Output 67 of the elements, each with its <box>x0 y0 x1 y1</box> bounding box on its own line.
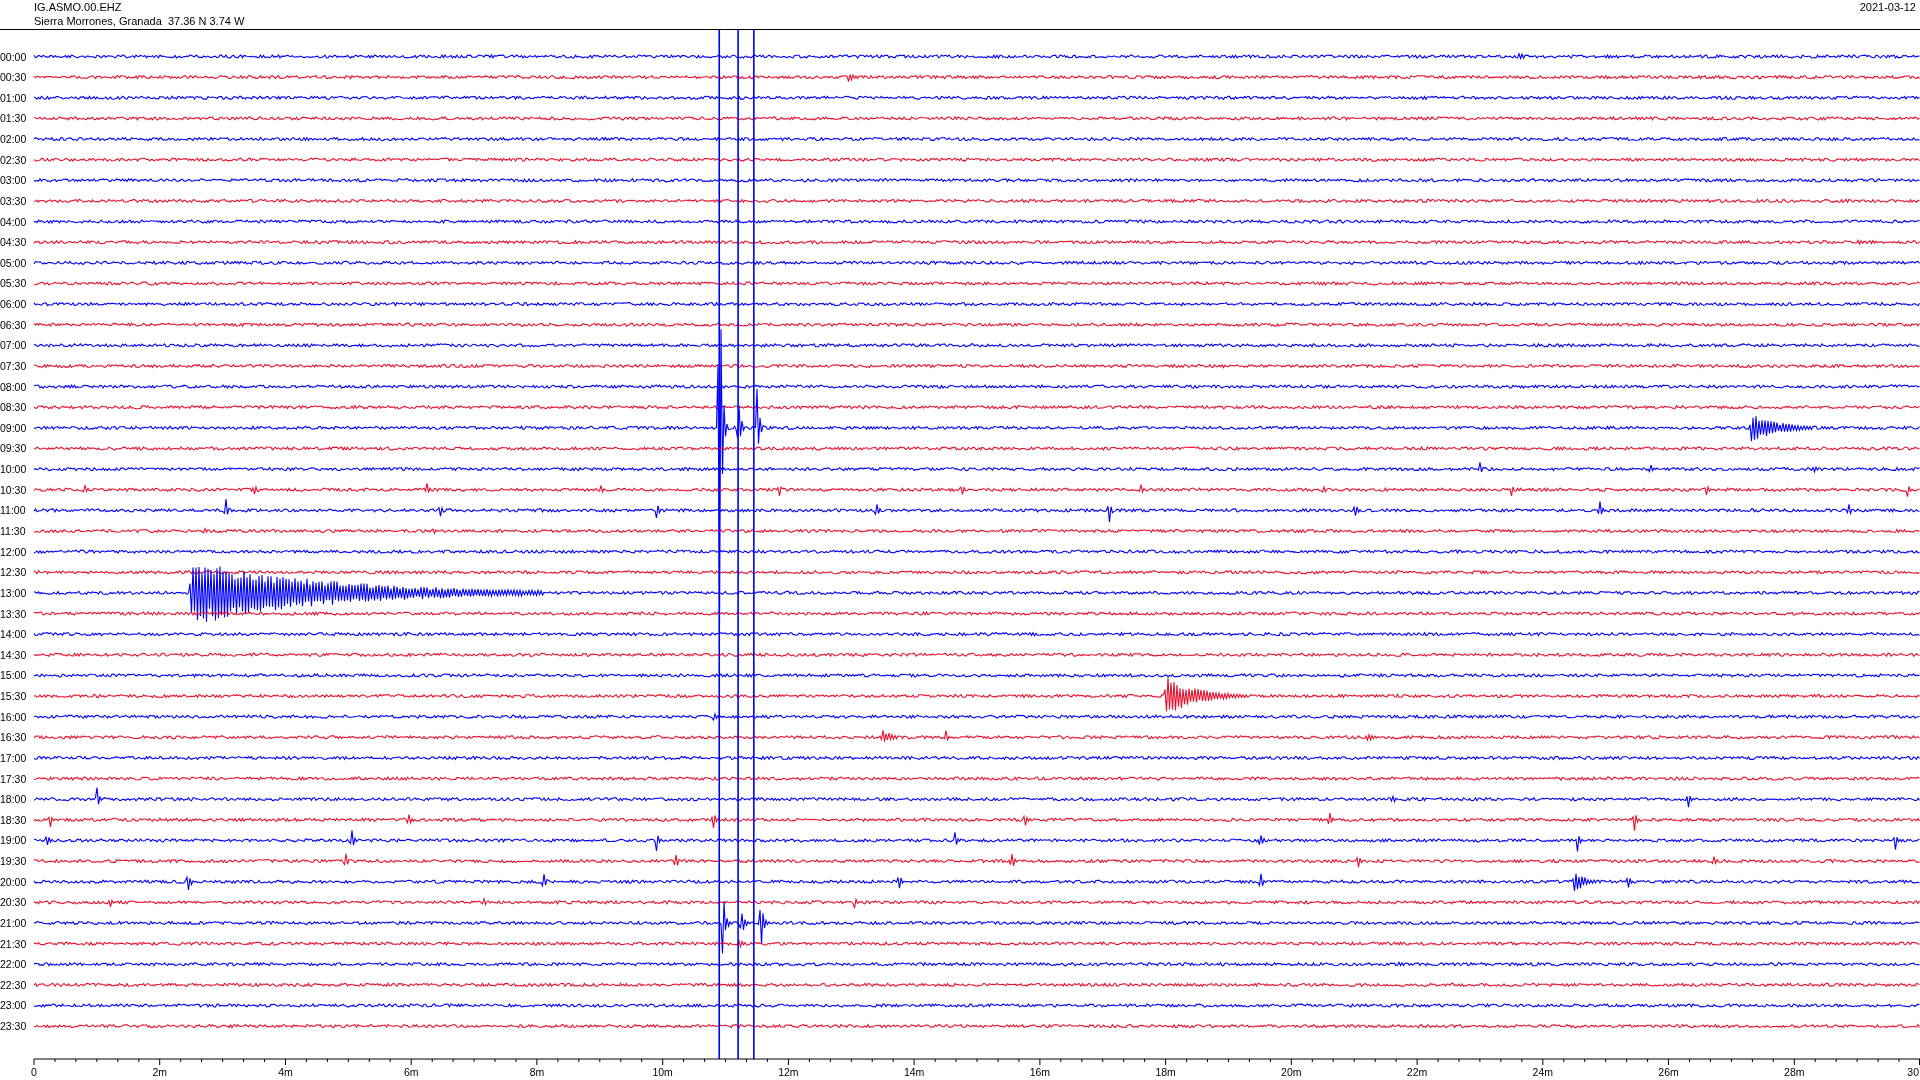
time-label: 16:30 <box>0 731 27 744</box>
time-label: 01:30 <box>0 112 27 125</box>
tick-label: 28m <box>1784 1066 1805 1078</box>
time-label: 00:30 <box>0 71 27 84</box>
tick-label: 8m <box>529 1066 545 1078</box>
time-label: 20:30 <box>0 896 27 909</box>
tick-label: 14m <box>903 1066 925 1078</box>
time-label: 04:00 <box>0 215 27 228</box>
time-label: 23:00 <box>0 999 27 1012</box>
time-label: 22:00 <box>0 958 27 971</box>
time-label: 13:00 <box>0 586 27 599</box>
time-label: 23:30 <box>0 1020 27 1033</box>
time-label: 08:00 <box>0 380 27 393</box>
time-label: 15:30 <box>0 690 27 703</box>
time-label: 17:00 <box>0 751 27 764</box>
time-label: 05:00 <box>0 256 27 269</box>
tick-label: 10m <box>652 1066 673 1078</box>
time-label: 02:00 <box>0 133 27 145</box>
time-label: 22:30 <box>0 978 27 991</box>
time-label: 13:30 <box>0 607 27 620</box>
tick-label: 2m <box>152 1066 168 1078</box>
tick-label: 12m <box>778 1066 799 1078</box>
time-label: 21:30 <box>0 937 27 950</box>
tick-label: 20m <box>1281 1066 1302 1078</box>
date-label: 2021-03-12 <box>1859 0 1916 14</box>
tick-label: 30 <box>1907 1066 1919 1078</box>
time-label: 06:00 <box>0 298 27 311</box>
time-label: 12:30 <box>0 566 27 579</box>
time-label: 09:00 <box>0 421 27 434</box>
tick-label: 16m <box>1029 1066 1051 1078</box>
time-label: 10:30 <box>0 483 27 496</box>
tick-label: 18m <box>1155 1066 1176 1078</box>
time-label: 17:30 <box>0 772 27 785</box>
time-label: 07:00 <box>0 339 27 352</box>
time-label: 01:00 <box>0 91 27 104</box>
time-label: 11:00 <box>0 504 26 517</box>
time-label: 10:00 <box>0 463 27 476</box>
time-label: 03:00 <box>0 174 27 187</box>
time-label: 14:30 <box>0 648 27 661</box>
tick-label: 4m <box>278 1066 293 1078</box>
time-label: 18:00 <box>0 793 27 806</box>
time-label: 19:00 <box>0 834 27 847</box>
time-label: 11:30 <box>0 525 26 537</box>
tick-label: 24m <box>1532 1066 1553 1078</box>
time-label: 18:30 <box>0 813 27 826</box>
station-code: IG.ASMO.00.EHZ <box>34 0 122 14</box>
time-label: 16:00 <box>0 710 27 723</box>
time-label: 08:30 <box>0 401 27 414</box>
time-label: 14:00 <box>0 628 27 641</box>
time-label: 02:30 <box>0 153 27 166</box>
time-label: 15:00 <box>0 669 27 682</box>
time-label: 07:30 <box>0 359 27 372</box>
time-label: 09:30 <box>0 442 27 455</box>
time-label: 21:00 <box>0 916 27 929</box>
tick-label: 26m <box>1658 1066 1679 1078</box>
tick-label: 22m <box>1406 1066 1428 1078</box>
time-label: 04:30 <box>0 236 27 249</box>
station-location: Sierra Morrones, Granada 37.36 N 3.74 W <box>34 14 245 28</box>
time-label: 00:00 <box>0 50 27 63</box>
time-label: 12:00 <box>0 545 27 558</box>
time-label: 05:30 <box>0 277 27 290</box>
tick-label: 0 <box>31 1066 37 1078</box>
time-label: 19:30 <box>0 855 27 868</box>
time-label: 20:00 <box>0 875 27 888</box>
tick-label: 6m <box>403 1066 419 1078</box>
time-label: 06:30 <box>0 318 27 331</box>
time-label: 03:30 <box>0 194 27 207</box>
